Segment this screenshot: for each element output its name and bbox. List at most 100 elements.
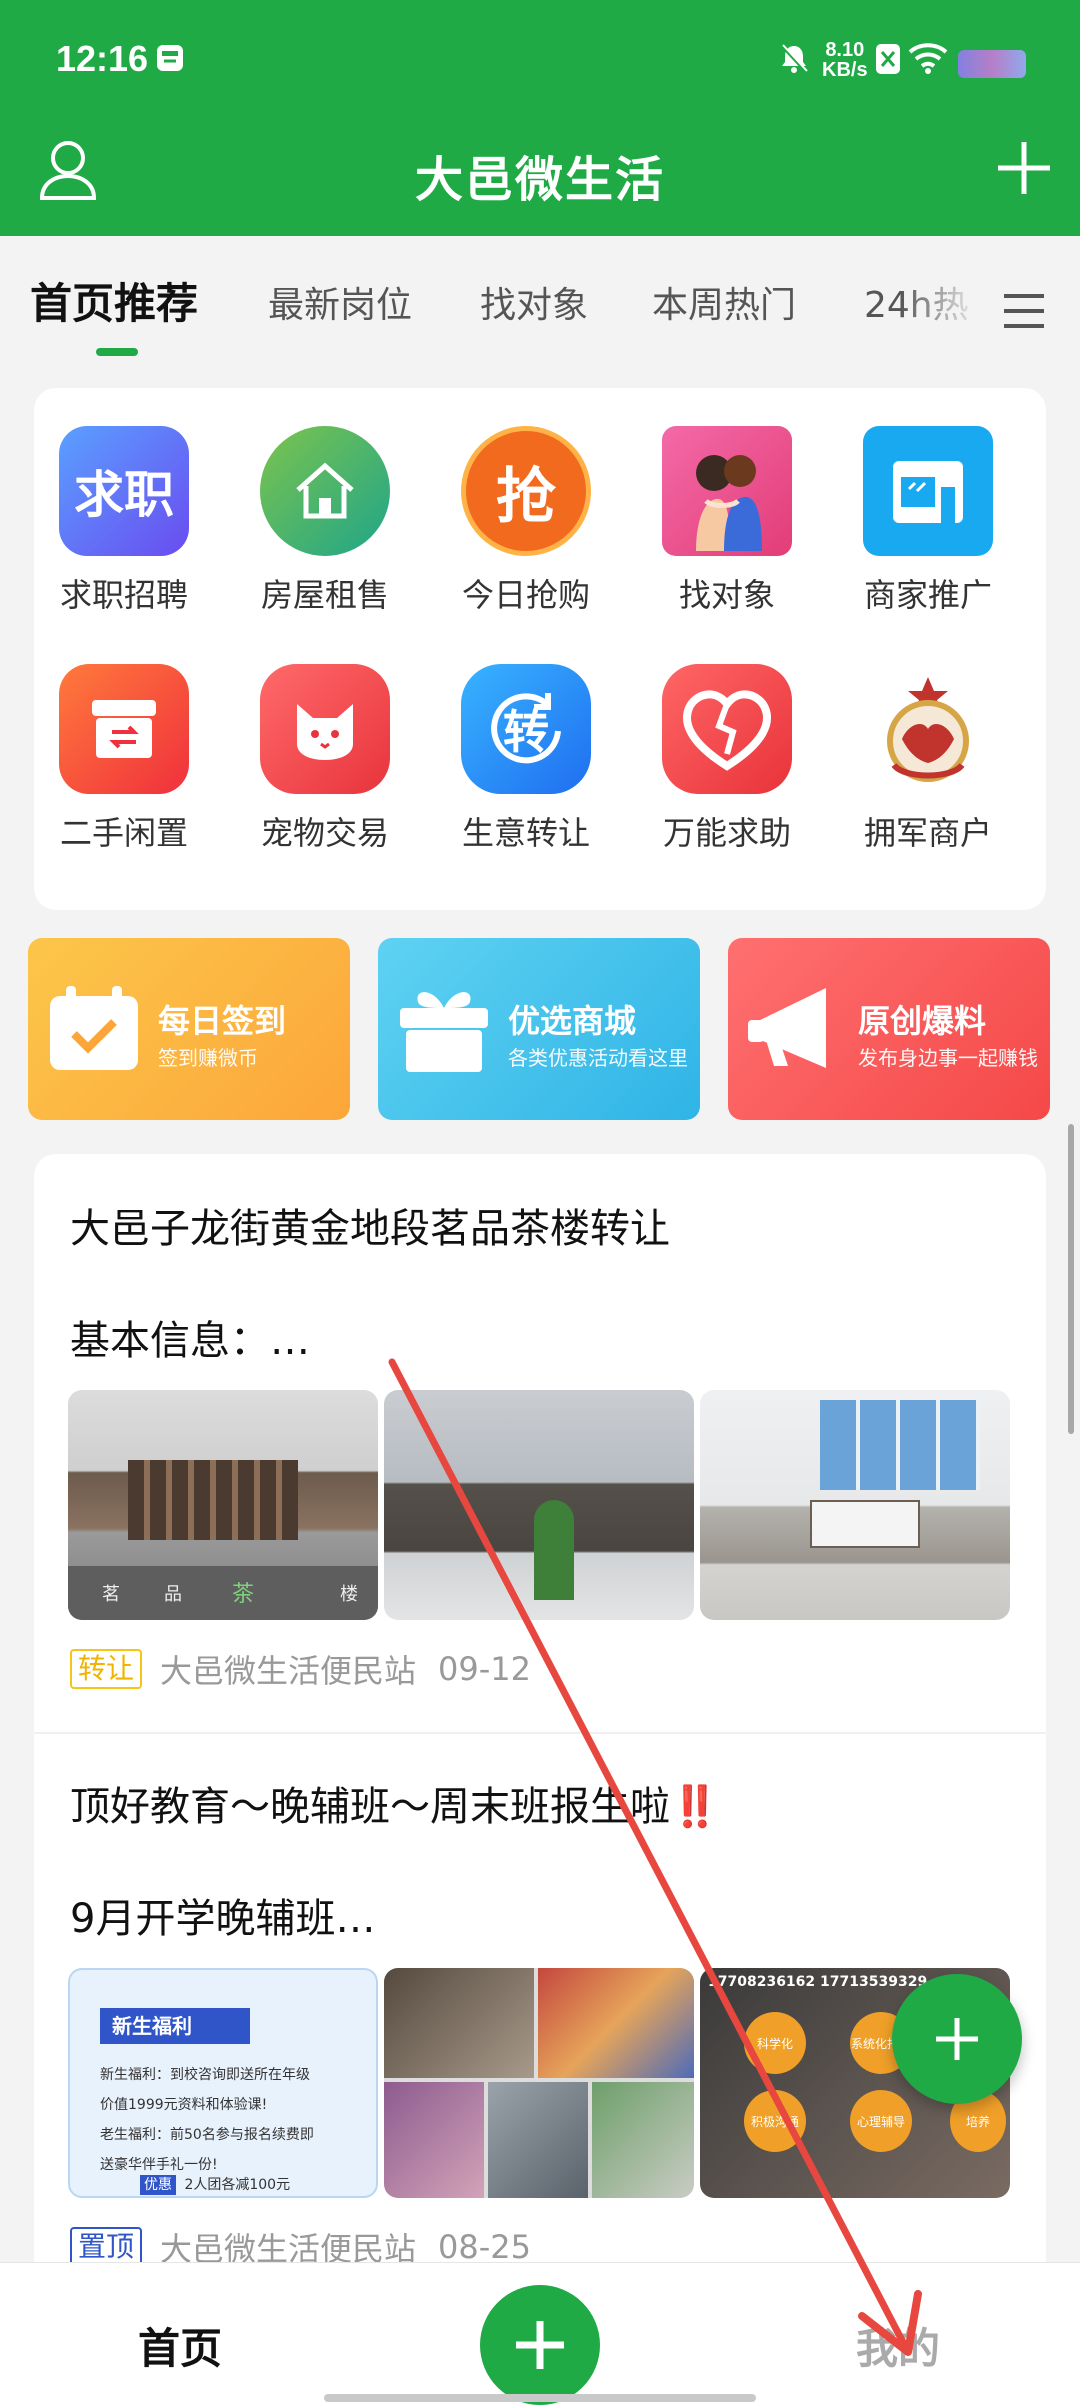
flyer-line: 新生福利：到校咨询即送所在年级	[100, 2067, 310, 2083]
banner-selected-mall[interactable]: 优选商城 各类优惠活动看这里	[378, 938, 700, 1120]
app-bar: 大邑微生活	[0, 120, 1080, 236]
plus-icon	[936, 2018, 978, 2060]
category-pet-trade[interactable]: 宠物交易	[235, 664, 415, 854]
post-source: 大邑微生活便民站	[160, 2230, 417, 2264]
post-tag: 置顶	[70, 2227, 143, 2264]
tab-home-recommend[interactable]: 首页推荐	[30, 270, 198, 331]
banner-title: 原创爆料	[858, 1002, 987, 1040]
status-time: 12:16	[56, 38, 149, 79]
category-flash-sale[interactable]: 抢 今日抢购	[436, 426, 616, 616]
speed-value: 8.10	[825, 39, 865, 61]
wifi-icon	[908, 42, 948, 78]
speed-unit: KB/s	[822, 59, 868, 81]
top-header: 12:16 8.10 KB/s 大邑微生活	[0, 0, 1080, 236]
category-business-transfer[interactable]: 转 生意转让	[436, 664, 616, 854]
flyer-line: 老生福利：前50名参与报名续费即	[100, 2127, 314, 2143]
post-summary: 9月开学晚辅班…	[70, 1896, 376, 1942]
status-bar: 12:16 8.10 KB/s	[0, 0, 1080, 120]
category-job[interactable]: 求职 求职招聘	[34, 426, 214, 616]
post-photo[interactable]	[700, 1390, 1010, 1620]
post-photo[interactable]: 茗 品 茶 楼	[68, 1390, 378, 1620]
flyer-badge: 2人团各减100元	[184, 2177, 291, 2193]
plus-icon	[516, 2321, 564, 2369]
scrollbar[interactable]	[1068, 1124, 1074, 1434]
home-indicator	[324, 2394, 756, 2402]
banner-title: 优选商城	[508, 1002, 637, 1040]
job-icon: 求职	[59, 426, 189, 556]
post-feed: 大邑子龙街黄金地段茗品茶楼转让 基本信息：… 茗 品 茶 楼 转让 大邑微生活便…	[34, 1154, 1046, 2264]
flash-sale-icon: 抢	[461, 426, 591, 556]
shop-sign-char: 品	[164, 1584, 182, 1605]
active-tab-indicator	[96, 348, 138, 356]
tab-weekly-hot[interactable]: 本周热门	[652, 276, 796, 328]
tab-menu-icon[interactable]	[1002, 292, 1046, 334]
banner-subtitle: 签到赚微币	[158, 1046, 258, 1070]
post-title: 大邑子龙街黄金地段茗品茶楼转让	[70, 1206, 670, 1252]
transfer-icon: 转	[461, 664, 591, 794]
banner-title: 每日签到	[158, 1002, 287, 1040]
category-merchant-promo[interactable]: 商家推广	[838, 426, 1018, 616]
post-meta: 置顶 大邑微生活便民站 08-25	[70, 2224, 531, 2264]
ad-bubble: 科学化	[744, 2012, 806, 2074]
post-divider	[34, 1732, 1046, 1734]
category-housing[interactable]: 房屋租售	[235, 426, 415, 616]
category-label: 万能求助	[662, 814, 791, 852]
category-help[interactable]: 万能求助	[637, 664, 817, 854]
battery-icon	[958, 50, 1026, 78]
flyer-heading: 新生福利	[100, 2008, 250, 2044]
transfer-icon-text: 转	[503, 705, 549, 759]
network-speed: 8.10 KB/s	[822, 40, 868, 80]
tab-fade	[900, 236, 980, 366]
notification-app-icon	[154, 42, 186, 78]
nav-home[interactable]: 首页	[138, 2315, 222, 2376]
post-photo-flyer[interactable]: 新生福利 新生福利：到校咨询即送所在年级 价值1999元资料和体验课! 老生福利…	[68, 1968, 378, 2198]
post-tag: 转让	[70, 1649, 143, 1689]
category-label: 宠物交易	[260, 814, 389, 852]
shop-sign-char: 茗	[102, 1584, 120, 1605]
category-label: 房屋租售	[260, 576, 389, 614]
megaphone-icon	[742, 978, 852, 1082]
post-source: 大邑微生活便民站	[160, 1652, 417, 1690]
gift-icon	[392, 978, 496, 1080]
category-dating[interactable]: 找对象	[637, 426, 817, 616]
post-date: 09-12	[438, 1650, 532, 1688]
ad-bubble: 心理辅导	[850, 2090, 912, 2152]
category-label: 拥军商户	[863, 814, 992, 852]
ad-phone-numbers: 17708236162 17713539329	[708, 1974, 928, 1990]
banner-daily-checkin[interactable]: 每日签到 签到赚微币	[28, 938, 350, 1120]
floating-add-button[interactable]	[892, 1974, 1022, 2104]
pet-icon	[260, 664, 390, 794]
tab-find-partner[interactable]: 找对象	[480, 276, 588, 328]
post-summary: 基本信息：…	[70, 1318, 310, 1364]
bottom-navigation: 首页 我的	[0, 2262, 1080, 2408]
app-title: 大邑微生活	[414, 152, 665, 208]
army-badge-icon	[863, 664, 993, 794]
banner-original-news[interactable]: 原创爆料 发布身边事一起赚钱	[728, 938, 1050, 1120]
post-photo[interactable]	[384, 1390, 694, 1620]
sim-icon	[874, 42, 902, 80]
post-meta: 转让 大邑微生活便民站 09-12	[70, 1646, 531, 1692]
banner-subtitle: 发布身边事一起赚钱	[858, 1046, 1038, 1070]
heart-icon	[662, 664, 792, 794]
couple-icon	[662, 426, 792, 556]
flyer-badge-tag: 优惠	[140, 2175, 176, 2195]
category-tabs: 首页推荐 最新岗位 找对象 本周热门 24h热	[0, 236, 1080, 366]
category-label: 今日抢购	[461, 576, 590, 614]
category-label: 求职招聘	[59, 576, 188, 614]
category-label: 找对象	[678, 576, 775, 614]
add-icon[interactable]	[996, 140, 1052, 200]
shop-icon	[863, 426, 993, 556]
ad-bubble: 积极沟通	[744, 2090, 806, 2152]
category-secondhand[interactable]: 二手闲置	[34, 664, 214, 854]
nav-post-button[interactable]	[480, 2285, 600, 2405]
nav-mine[interactable]: 我的	[856, 2315, 940, 2376]
house-icon	[260, 426, 390, 556]
post-date: 08-25	[438, 2228, 532, 2264]
mute-icon	[778, 42, 810, 80]
shop-sign-char: 茶	[232, 1582, 255, 1607]
shop-sign-char: 楼	[340, 1584, 358, 1605]
category-army-merchant[interactable]: 拥军商户	[838, 664, 1018, 854]
tab-latest-jobs[interactable]: 最新岗位	[268, 276, 412, 328]
post-photo-collage[interactable]	[384, 1968, 694, 2198]
banner-subtitle: 各类优惠活动看这里	[508, 1046, 688, 1070]
